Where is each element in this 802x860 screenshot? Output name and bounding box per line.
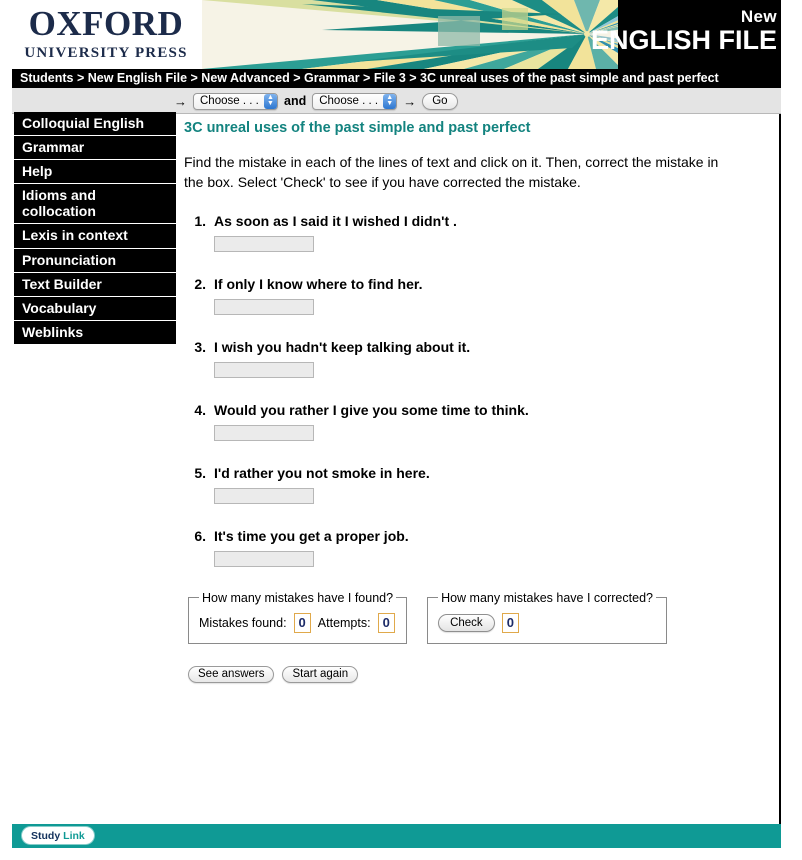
- question-line: 3. I wish you hadn't keep talking about …: [184, 339, 764, 355]
- go-button[interactable]: Go: [422, 92, 458, 110]
- chevron-updown-icon: ▲ ▼: [264, 93, 277, 109]
- answer-input[interactable]: [214, 487, 314, 504]
- mistakes-found-legend: How many mistakes have I found?: [202, 590, 394, 605]
- start-again-button[interactable]: Start again: [282, 665, 359, 683]
- new-english-file-logo: New ENGLISH FILE: [591, 8, 777, 54]
- question-item: 6. It's time you get a proper job.: [184, 528, 764, 567]
- sidebar-item-text-builder[interactable]: Text Builder: [14, 272, 176, 297]
- sidebar-navigation: Colloquial English Grammar Help Idioms a…: [14, 112, 176, 345]
- series-title: ENGLISH FILE: [590, 25, 777, 55]
- sidebar-item-weblinks[interactable]: Weblinks: [14, 320, 176, 345]
- conjunction-label: and: [284, 94, 307, 108]
- study-link-badge[interactable]: Study Link: [22, 827, 94, 844]
- arrow-right-icon: →: [403, 93, 417, 109]
- exercise-instructions: Find the mistake in each of the lines of…: [184, 154, 719, 191]
- mistakes-found-value: 0: [293, 612, 311, 633]
- question-line: 5. I'd rather you not smoke in here.: [184, 465, 764, 481]
- see-answers-button[interactable]: See answers: [188, 665, 275, 683]
- question-number: 1.: [194, 212, 206, 229]
- sidebar-item-vocabulary[interactable]: Vocabulary: [14, 296, 176, 321]
- answer-input[interactable]: [214, 424, 314, 441]
- page-title: 3C unreal uses of the past simple and pa…: [184, 120, 531, 136]
- main-content: 3C unreal uses of the past simple and pa…: [184, 120, 764, 683]
- question-text[interactable]: As soon as I said it I wished I didn't .: [214, 213, 457, 229]
- attempts-value: 0: [377, 612, 395, 633]
- question-item: 4. Would you rather I give you some time…: [184, 402, 764, 441]
- question-line: 2. If only I know where to find her.: [184, 276, 764, 292]
- question-number: 3.: [194, 338, 206, 355]
- answer-input[interactable]: [214, 361, 314, 378]
- sidebar-item-colloquial-english[interactable]: Colloquial English: [14, 112, 176, 137]
- level-select-value: Choose . . .: [200, 95, 259, 107]
- question-text[interactable]: Would you rather I give you some time to…: [214, 402, 529, 418]
- answer-input[interactable]: [214, 550, 314, 567]
- check-button[interactable]: Check: [438, 613, 495, 632]
- mistakes-corrected-panel: How many mistakes have I corrected? Chec…: [427, 590, 667, 644]
- study-link-first-word: Study: [31, 829, 61, 842]
- question-line: 6. It's time you get a proper job.: [184, 528, 764, 544]
- question-item: 1. As soon as I said it I wished I didn'…: [184, 213, 764, 252]
- question-number: 5.: [194, 464, 206, 481]
- breadcrumb[interactable]: Students > New English File > New Advanc…: [12, 69, 781, 88]
- question-text[interactable]: I wish you hadn't keep talking about it.: [214, 339, 470, 355]
- mistakes-corrected-value: 0: [501, 612, 519, 633]
- series-banner: New ENGLISH FILE: [202, 0, 781, 69]
- answer-input[interactable]: [214, 298, 314, 315]
- study-link-second-word: Link: [63, 829, 85, 842]
- toolbar-controls: → Choose . . . ▲ ▼ and Choose . . . ▲ ▼ → …: [174, 88, 458, 114]
- section-select-value: Choose . . .: [319, 95, 379, 107]
- series-prefix: New: [740, 7, 777, 26]
- answer-input[interactable]: [214, 235, 314, 252]
- sidebar-item-idioms-and-collocation[interactable]: Idioms and collocation: [14, 184, 176, 225]
- question-text[interactable]: If only I know where to find her.: [214, 276, 422, 292]
- oup-subtitle: UNIVERSITY PRESS: [24, 45, 188, 61]
- question-line: 4. Would you rather I give you some time…: [184, 402, 764, 418]
- footer-bar: Study Link: [12, 824, 781, 848]
- action-buttons: See answers Start again: [188, 665, 764, 683]
- question-item: 2. If only I know where to find her.: [184, 276, 764, 315]
- mistakes-found-content: Mistakes found: 0 Attempts: 0: [199, 612, 396, 633]
- page-root: OXFORD UNIVERSITY PRESS New ENGLISH FILE…: [0, 0, 802, 860]
- chevron-updown-icon: ▲ ▼: [383, 93, 397, 109]
- question-number: 4.: [194, 401, 206, 418]
- sidebar-item-help[interactable]: Help: [14, 160, 176, 185]
- section-select[interactable]: Choose . . . ▲ ▼: [312, 92, 398, 110]
- question-number: 6.: [194, 527, 206, 544]
- oxford-university-press-logo: OXFORD UNIVERSITY PRESS: [16, 6, 196, 61]
- question-item: 5. I'd rather you not smoke in here.: [184, 465, 764, 504]
- navigation-toolbar: → Choose . . . ▲ ▼ and Choose . . . ▲ ▼ → …: [12, 88, 781, 114]
- attempts-label: Attempts:: [317, 615, 371, 630]
- mistakes-corrected-legend: How many mistakes have I corrected?: [441, 590, 653, 605]
- sidebar-item-lexis-in-context[interactable]: Lexis in context: [14, 224, 176, 249]
- sidebar-item-pronunciation[interactable]: Pronunciation: [14, 248, 176, 273]
- level-select[interactable]: Choose . . . ▲ ▼: [193, 92, 278, 110]
- mistakes-corrected-content: Check 0: [438, 612, 656, 633]
- question-line: 1. As soon as I said it I wished I didn'…: [184, 213, 764, 229]
- arrow-right-icon: →: [174, 93, 187, 109]
- oup-wordmark: OXFORD: [28, 4, 184, 43]
- masthead: OXFORD UNIVERSITY PRESS New ENGLISH FILE: [12, 0, 781, 69]
- question-text[interactable]: It's time you get a proper job.: [214, 528, 409, 544]
- mistakes-found-label: Mistakes found:: [199, 615, 287, 630]
- score-panels: How many mistakes have I found? Mistakes…: [188, 590, 764, 644]
- question-text[interactable]: I'd rather you not smoke in here.: [214, 465, 430, 481]
- sidebar-item-grammar[interactable]: Grammar: [14, 136, 176, 161]
- question-item: 3. I wish you hadn't keep talking about …: [184, 339, 764, 378]
- mistakes-found-panel: How many mistakes have I found? Mistakes…: [188, 590, 408, 644]
- question-number: 2.: [194, 275, 206, 292]
